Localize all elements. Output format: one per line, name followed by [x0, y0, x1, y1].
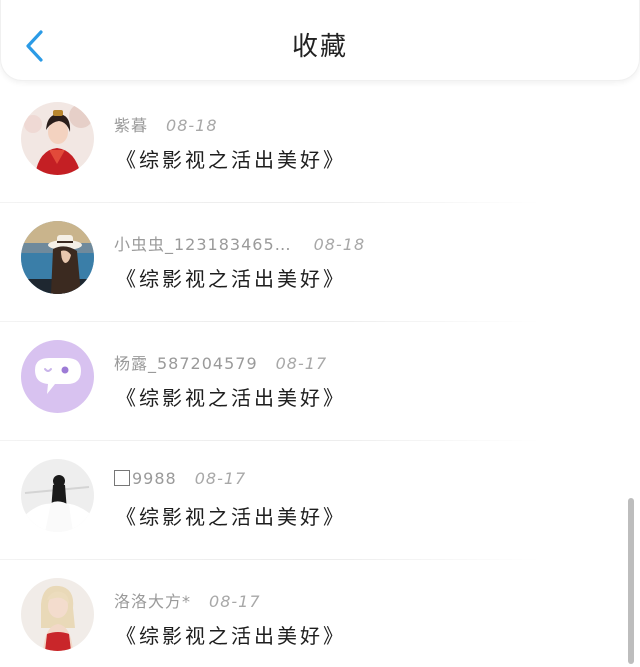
avatar[interactable] [21, 221, 94, 294]
scrollbar[interactable] [628, 498, 634, 664]
book-title[interactable]: 《综影视之活出美好》 [116, 382, 346, 411]
user-name: 小虫虫_123183465… [114, 235, 292, 254]
favorites-list: 紫暮 08-18 《综影视之活出美好》 小虫虫_123183465… 08-18… [0, 84, 640, 667]
page-title: 收藏 [291, 32, 348, 62]
book-title[interactable]: 《综影视之活出美好》 [116, 620, 346, 649]
list-item[interactable]: 洛洛大方* 08-17 《综影视之活出美好》 [0, 560, 640, 667]
user-name: 紫暮 [114, 116, 149, 135]
user-name: 杨露_587204579 [114, 354, 258, 373]
avatar[interactable] [21, 459, 94, 532]
item-date: 08-18 [313, 235, 366, 254]
item-date: 08-17 [194, 469, 247, 488]
item-date: 08-17 [209, 592, 261, 611]
book-title[interactable]: 《综影视之活出美好》 [116, 501, 346, 530]
item-meta: 9988 08-17 [114, 469, 246, 488]
list-item[interactable]: 紫暮 08-18 《综影视之活出美好》 [0, 84, 640, 203]
missing-glyph-icon [114, 470, 130, 486]
item-meta: 杨露_587204579 08-17 [114, 350, 327, 374]
book-title[interactable]: 《综影视之活出美好》 [116, 263, 346, 292]
item-meta: 洛洛大方* 08-17 [114, 588, 261, 612]
item-date: 08-17 [275, 354, 328, 373]
chat-bubble-icon [21, 340, 94, 413]
item-date: 08-18 [166, 116, 218, 135]
header-bar: 收藏 [0, 0, 640, 81]
list-item[interactable]: 杨露_587204579 08-17 《综影视之活出美好》 [0, 322, 640, 441]
avatar[interactable] [21, 102, 94, 175]
item-meta: 小虫虫_123183465… 08-18 [114, 231, 365, 255]
book-title[interactable]: 《综影视之活出美好》 [116, 144, 346, 173]
avatar[interactable] [21, 578, 94, 651]
user-name: 9988 [132, 469, 177, 488]
list-item[interactable]: 小虫虫_123183465… 08-18 《综影视之活出美好》 [0, 203, 640, 322]
user-name: 洛洛大方* [114, 592, 192, 611]
item-meta: 紫暮 08-18 [114, 112, 218, 136]
list-item[interactable]: 9988 08-17 《综影视之活出美好》 [0, 441, 640, 560]
avatar[interactable] [21, 340, 94, 413]
favorites-page: 收藏 紫暮 08-18 《综影视之活出美好》 小虫虫_123183465… 08… [0, 0, 640, 667]
